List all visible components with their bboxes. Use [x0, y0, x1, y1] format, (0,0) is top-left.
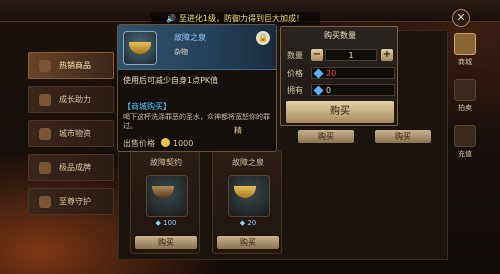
sidebar-item-guardian[interactable]: 至尊守护 [28, 188, 114, 215]
bowl-icon [129, 42, 151, 54]
sidebar-item-premium[interactable]: 极品成牌 [28, 154, 114, 181]
sidebar-item-supplies[interactable]: 城市物资 [28, 120, 114, 147]
card-buy-button[interactable]: 购买 [298, 130, 354, 143]
item-price: ◆ 100 [155, 219, 177, 227]
owned-row: 拥有 0 [287, 84, 397, 98]
hammer-icon [454, 79, 476, 101]
gold-coin-icon [161, 138, 170, 147]
guardian-icon [39, 196, 51, 208]
close-button[interactable]: ✕ [452, 9, 470, 27]
partial-label: 精 [234, 126, 242, 135]
buy-button[interactable]: 购买 [135, 236, 197, 249]
item-type: 杂物 [174, 48, 188, 56]
tooltip-header: 故障之泉 杂物 🔒 [118, 25, 276, 70]
item-slot [228, 175, 270, 217]
purchase-panel: 购买数量 数量 − 1 + 价格 20 拥有 0 购买 [280, 26, 398, 126]
shop-card[interactable]: 故障契约 ◆ 100 购买 [130, 150, 200, 254]
lock-icon[interactable]: 🔒 [256, 31, 270, 45]
sell-price: 出售价格 1000 [123, 138, 194, 148]
item-description: 使用后可减少自身1点PK值 [123, 76, 219, 85]
quantity-row: 数量 − 1 + [287, 49, 393, 61]
item-tooltip: 故障之泉 杂物 🔒 使用后可减少自身1点PK值 【商城购买】 喝下这杯洗涤罪恶的… [117, 24, 277, 152]
item-slot [146, 175, 188, 217]
item-icon [152, 186, 174, 198]
tab-recharge[interactable]: 充值 [450, 122, 480, 162]
price-row: 价格 20 [287, 67, 397, 81]
item-slot [123, 31, 157, 65]
purchase-button[interactable]: 购买 [286, 101, 394, 123]
item-name: 故障之泉 [232, 158, 264, 167]
right-tab-bar: 商城 拍卖 充值 [450, 30, 480, 170]
diamond-icon [313, 85, 324, 96]
price-value: 20 [311, 67, 395, 79]
sidebar-item-hot[interactable]: 热销商品 [28, 52, 114, 79]
growth-icon [39, 94, 51, 106]
supplies-icon [39, 128, 51, 140]
card-buy-button[interactable]: 购买 [375, 130, 431, 143]
section-title: 【商城购买】 [123, 102, 171, 111]
increase-button[interactable]: + [381, 49, 393, 61]
shop-card[interactable]: 故障之泉 ◆ 20 购买 [212, 150, 282, 254]
sidebar-item-growth[interactable]: 成长助力 [28, 86, 114, 113]
quantity-input[interactable]: 1 [325, 49, 377, 61]
close-icon: ✕ [456, 11, 466, 24]
flavor-text: 喝下这杯洗涤罪恶的圣水，众神都将宽恕你的罪过。 [123, 113, 270, 130]
notice-text: 至进化1级，防御力得到巨大加成！ [178, 14, 305, 23]
buy-button[interactable]: 购买 [217, 236, 279, 249]
item-name: 故障之泉 [174, 33, 206, 42]
fire-icon [39, 60, 51, 72]
diamond-icon [313, 68, 324, 79]
item-name: 故障契约 [150, 158, 182, 167]
purchase-title: 购买数量 [324, 31, 356, 40]
category-sidebar: 热销商品 成长助力 城市物资 极品成牌 至尊守护 [28, 30, 114, 240]
tab-auction[interactable]: 拍卖 [450, 76, 480, 116]
item-icon [234, 186, 256, 198]
shop-icon [454, 33, 476, 55]
premium-icon [39, 162, 51, 174]
tab-shop[interactable]: 商城 [450, 30, 480, 70]
money-bag-icon [454, 125, 476, 147]
speaker-icon: 🔊 [165, 14, 176, 23]
owned-value: 0 [311, 84, 395, 96]
item-price: ◆ 20 [239, 219, 257, 227]
decrease-button[interactable]: − [311, 49, 323, 61]
